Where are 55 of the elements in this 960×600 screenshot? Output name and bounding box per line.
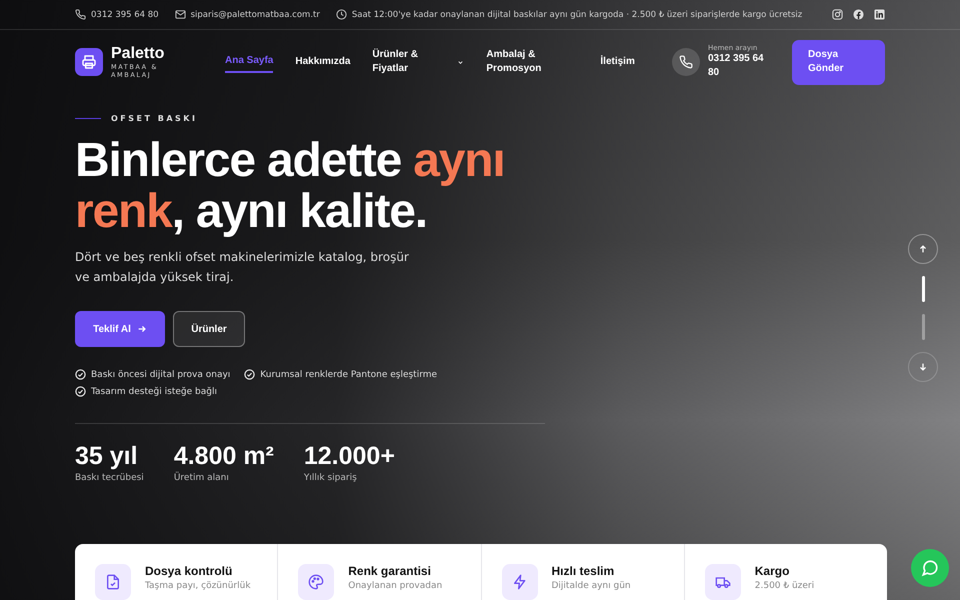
hero-headline: Binlerce adette aynı renk, aynı kalite. [75,135,506,237]
nav-link[interactable]: Ürünler & Fiyatlar [372,45,464,79]
file-check-icon [105,574,121,590]
feature-title: Hızlı teslim [552,564,616,578]
feature-title: Renk garantisi [348,564,432,578]
check-circle-icon [244,369,256,380]
send-file-button[interactable]: Dosya Gönder [792,40,885,84]
eyebrow-label: OFSET BASKI [111,114,198,123]
feature-title: Dosya kontrolü [145,564,234,578]
phone-button[interactable] [672,48,700,76]
clock-icon [336,9,347,20]
phone-icon [75,9,86,20]
slide-indicator[interactable] [922,276,924,302]
nav-link[interactable]: Ana Sayfa [225,51,274,73]
logo-badge[interactable] [75,48,103,76]
stat-label: Baskı tecrübesi [75,473,144,483]
call-number[interactable]: 0312 395 64 80 [708,52,772,80]
feature-point: Tasarım desteği isteğe bağlı [91,386,217,396]
stat-label: Üretim alanı [174,473,230,483]
phone-number[interactable]: 0312 395 64 80 [91,10,159,20]
feature-description: 2.500 ₺ üzeri [754,581,814,591]
check-circle-icon [75,369,86,380]
feature-point: Kurumsal renklerde Pantone eşleştirme [260,370,438,380]
check-circle-icon [75,386,86,397]
instagram-icon[interactable] [832,9,843,20]
palette-icon [308,574,324,590]
shipping-notice: Saat 12:00'ye kadar onaylanan dijital baskılar aynı gün kargoda · 2.500 ₺ üzeri siparişlerde kargo ücretsiz [352,10,802,20]
nav-link[interactable]: İletişim [600,52,635,72]
nav-link[interactable]: Ambalaj & Promosyon [486,45,578,79]
stat-value: 4.800 m² [174,442,274,471]
arrow-right-icon [136,324,147,334]
facebook-icon[interactable] [853,9,864,20]
products-button[interactable]: Ürünler [173,311,245,347]
chat-button[interactable] [911,549,949,587]
linkedin-icon[interactable] [874,9,885,20]
hero-description: Dört ve beş renkli ofset makinelerimizle katalog, broşür ve ambalajda yüksek tiraj. [75,249,410,286]
feature-description: Dijitalde aynı gün [552,581,631,591]
stat-label: Yıllık sipariş [304,473,358,483]
chat-bubble-icon [921,559,939,577]
feature-description: Onaylanan provadan [348,581,442,591]
brand-name[interactable]: Paletto [111,44,181,63]
feature-point: Baskı öncesi dijital prova onayı [91,370,230,380]
feature-title: Kargo [754,564,790,578]
email-link[interactable]: siparis@palettomatbaa.com.tr [190,10,320,20]
mail-icon [174,9,186,20]
arrow-down-icon [918,362,928,372]
phone-icon [679,55,693,69]
arrow-up-icon [918,244,928,254]
quote-button[interactable]: Teklif Al [75,311,165,347]
nav-link[interactable]: Hakkımızda [295,52,350,72]
lightning-icon [512,574,528,590]
stat-value: 35 yıl [75,442,139,471]
printer-icon [81,54,97,70]
stat-value: 12.000+ [304,442,395,471]
feature-description: Taşma payı, çözünürlük [145,581,251,591]
